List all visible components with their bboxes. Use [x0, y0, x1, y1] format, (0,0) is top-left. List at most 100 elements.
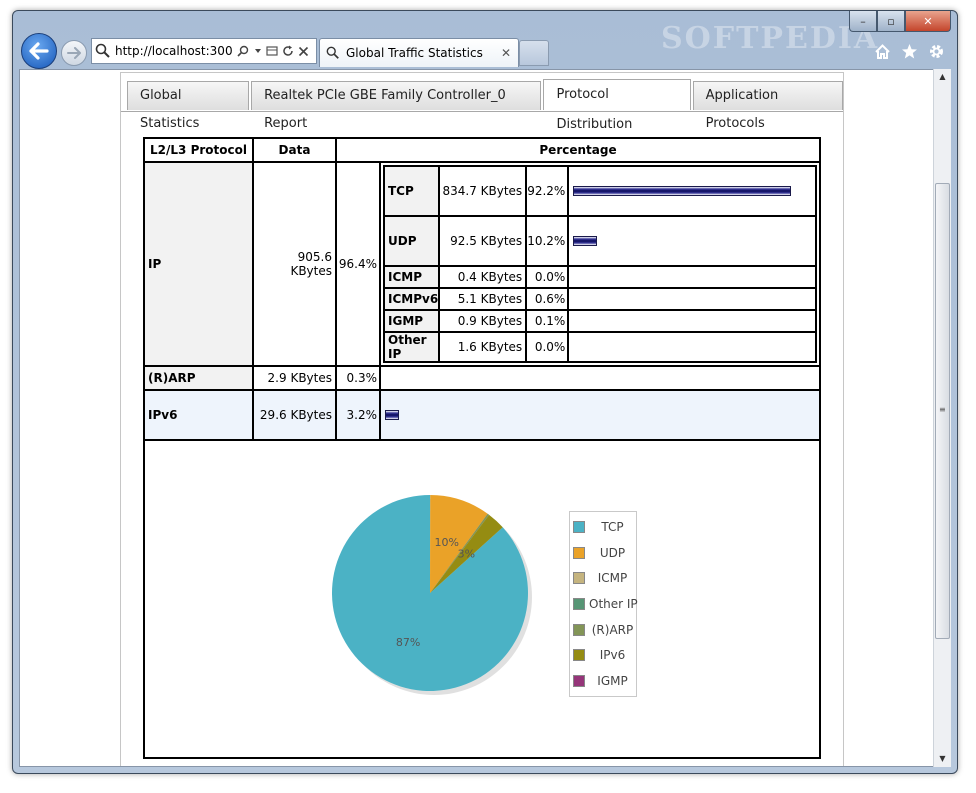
- scroll-down-icon[interactable]: ▼: [934, 751, 951, 767]
- subtable-row: UDP 92.5 KBytes 10.2%: [382, 215, 817, 267]
- sub-percent: 0.0%: [525, 331, 570, 363]
- row-protocol: IPv6: [143, 389, 254, 441]
- sub-protocol: UDP: [382, 215, 441, 267]
- chart-legend: TCP UDP ICMP Other IP (R)ARP IPv6 IGMP: [569, 511, 638, 697]
- row-data: 29.6 KBytes: [252, 389, 337, 441]
- compatibility-view-icon[interactable]: [266, 45, 278, 57]
- sub-bar-cell: [567, 309, 817, 333]
- pie-slice-label: 10%: [435, 536, 459, 549]
- table-row-ip: IP 905.6 KBytes 96.4% TCP 834.7 KBytes 9…: [143, 161, 821, 367]
- vertical-scrollbar[interactable]: ▲ ≡ ▼: [933, 69, 951, 767]
- legend-item: IGMP: [570, 668, 636, 694]
- tab-protocol-distribution[interactable]: Protocol Distribution: [543, 79, 691, 132]
- row-data: 2.9 KBytes: [252, 365, 337, 391]
- header-percentage: Percentage: [335, 137, 821, 163]
- row-percent: 96.4%: [335, 161, 381, 367]
- tabs-divider: [121, 111, 843, 112]
- pie-slice-label: 3%: [458, 547, 475, 560]
- percent-bar: [385, 410, 399, 420]
- sub-percent: 0.0%: [525, 265, 570, 289]
- search-dropdown-icon[interactable]: [237, 45, 250, 58]
- chevron-down-icon[interactable]: [254, 47, 262, 55]
- legend-swatch: [573, 674, 585, 687]
- watermark: SOFTPEDIA: [661, 21, 880, 56]
- new-tab-button[interactable]: [519, 40, 549, 66]
- table-header-row: L2/L3 Protocol Data Percentage: [143, 137, 821, 163]
- browser-window: SOFTPEDIA – ▫ ✕ http://localhost:3000/ G…: [12, 10, 958, 774]
- legend-swatch: [573, 520, 585, 533]
- tab-close-icon[interactable]: ✕: [498, 46, 514, 60]
- scroll-up-icon[interactable]: ▲: [934, 69, 951, 85]
- sub-protocol: ICMP: [382, 265, 441, 289]
- legend-swatch: [573, 546, 585, 559]
- legend-label: TCP: [601, 519, 624, 534]
- ip-subtable-cell: TCP 834.7 KBytes 92.2% UDP 92.5 KBytes 1…: [379, 161, 821, 367]
- sub-bar-cell: [567, 215, 817, 267]
- subtable-row: IGMP 0.9 KBytes 0.1%: [382, 309, 817, 333]
- forward-button[interactable]: [61, 40, 87, 66]
- row-bar-cell: [379, 365, 821, 391]
- tab-controller-report[interactable]: Realtek PCIe GBE Family Controller_0 Rep…: [251, 81, 542, 131]
- scroll-grip-icon: ≡: [939, 405, 946, 414]
- sub-data: 1.6 KBytes: [438, 331, 528, 363]
- legend-swatch: [573, 572, 585, 585]
- subtable-row: ICMP 0.4 KBytes 0.0%: [382, 265, 817, 289]
- legend-label: (R)ARP: [591, 622, 634, 637]
- tab-title: Global Traffic Statistics: [346, 46, 483, 60]
- sub-protocol: IGMP: [382, 309, 441, 333]
- address-text[interactable]: http://localhost:3000/: [115, 44, 233, 58]
- stop-icon[interactable]: [298, 46, 309, 57]
- sub-data: 92.5 KBytes: [438, 215, 528, 267]
- gear-icon[interactable]: [928, 43, 945, 60]
- tab-global-statistics[interactable]: Global Statistics: [127, 81, 250, 131]
- maximize-button[interactable]: ▫: [877, 11, 905, 32]
- window-controls: – ▫ ✕: [849, 11, 951, 32]
- percent-bar: [573, 236, 598, 246]
- legend-label: IGMP: [597, 673, 628, 688]
- legend-item: IPv6: [570, 642, 636, 668]
- row-bar-cell: [379, 389, 821, 441]
- browser-tab[interactable]: Global Traffic Statistics ✕: [319, 38, 519, 67]
- page-viewport: Global Statistics Realtek PCIe GBE Famil…: [19, 69, 935, 767]
- subtable-row: Other IP 1.6 KBytes 0.0%: [382, 331, 817, 363]
- legend-item: Other IP: [570, 591, 638, 617]
- browser-chrome: SOFTPEDIA – ▫ ✕ http://localhost:3000/ G…: [13, 11, 957, 73]
- close-button[interactable]: ✕: [905, 11, 951, 32]
- subtable-row: ICMPv6 5.1 KBytes 0.6%: [382, 287, 817, 311]
- ip-subtable: TCP 834.7 KBytes 92.2% UDP 92.5 KBytes 1…: [382, 165, 817, 363]
- sub-bar-cell: [567, 165, 817, 217]
- pie-chart: 87% 10%3%: [332, 495, 532, 695]
- row-data: 905.6 KBytes: [252, 161, 337, 367]
- protocol-table: L2/L3 Protocol Data Percentage IP 905.6 …: [143, 137, 821, 759]
- row-percent: 3.2%: [335, 389, 381, 441]
- minimize-button[interactable]: –: [849, 11, 877, 32]
- legend-item: UDP: [570, 540, 636, 566]
- command-icons: [874, 43, 945, 60]
- back-button[interactable]: [21, 33, 57, 69]
- tab-application-protocols[interactable]: Application Protocols: [692, 81, 843, 131]
- row-protocol: IP: [143, 161, 254, 367]
- sub-percent: 0.6%: [525, 287, 570, 311]
- header-protocol: L2/L3 Protocol: [143, 137, 254, 163]
- arrow-left-icon: [29, 42, 49, 60]
- legend-swatch: [573, 623, 585, 636]
- legend-label: IPv6: [599, 648, 626, 663]
- page-icon: [326, 46, 339, 59]
- legend-swatch: [573, 597, 585, 610]
- refresh-icon[interactable]: [282, 45, 294, 57]
- chart-cell: 87% 10% 3% TCP UDP ICMP Other IP (R)ARP IPv6 IGM…: [143, 439, 821, 759]
- legend-label: UDP: [599, 545, 626, 560]
- sub-percent: 0.1%: [525, 309, 570, 333]
- sub-percent: 92.2%: [525, 165, 570, 217]
- table-row-rarp: (R)ARP 2.9 KBytes 0.3%: [143, 365, 821, 391]
- pie-slice-label: 87%: [396, 636, 420, 649]
- home-icon[interactable]: [874, 43, 891, 60]
- star-icon[interactable]: [901, 43, 918, 60]
- legend-item: (R)ARP: [570, 617, 636, 643]
- address-bar[interactable]: http://localhost:3000/: [91, 38, 317, 64]
- arrow-right-icon: [67, 47, 81, 59]
- address-tools: [237, 45, 309, 58]
- sub-bar-cell: [567, 287, 817, 311]
- sub-data: 0.4 KBytes: [438, 265, 528, 289]
- chart-row: 87% 10% 3% TCP UDP ICMP Other IP (R)ARP IPv6 IGM…: [143, 439, 821, 759]
